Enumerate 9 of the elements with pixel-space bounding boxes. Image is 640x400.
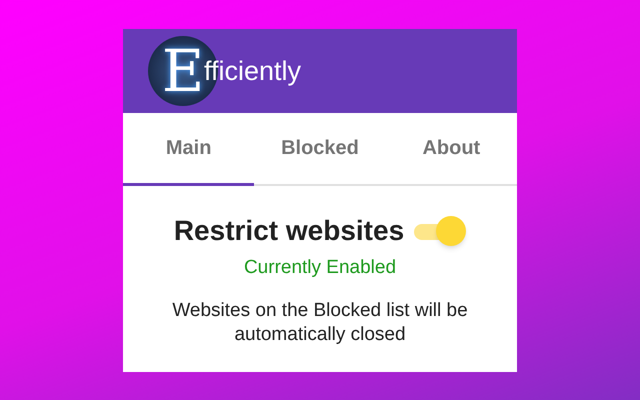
app-title: fficiently [204,54,302,88]
restrict-toggle[interactable] [412,216,466,246]
tab[interactable]: Main [123,113,254,186]
setting-label: Restrict websites [174,214,404,248]
tab[interactable]: Blocked [254,113,386,186]
description-text: Websites on the Blocked list will be automatically closed [171,298,469,346]
logo-letter: E [162,42,204,100]
status-text: Currently Enabled [244,256,396,280]
tab[interactable]: About [386,113,517,186]
